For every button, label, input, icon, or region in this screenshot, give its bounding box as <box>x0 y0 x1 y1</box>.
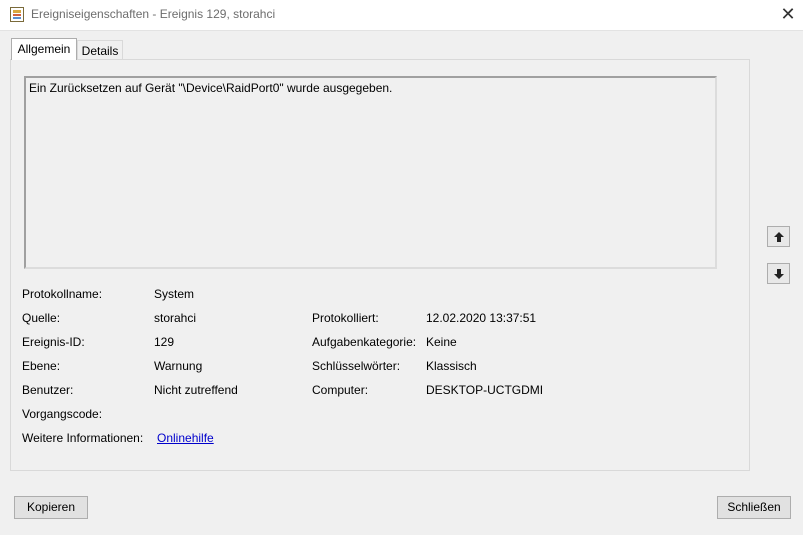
next-event-button[interactable] <box>767 263 790 284</box>
close-button[interactable]: Schließen <box>717 496 791 519</box>
tab-general[interactable]: Allgemein <box>11 38 77 60</box>
close-icon[interactable]: ✕ <box>773 0 803 29</box>
event-id-label: Ereignis-ID: <box>22 335 85 349</box>
copy-button[interactable]: Kopieren <box>14 496 88 519</box>
logged-label: Protokolliert: <box>312 311 379 325</box>
arrow-up-icon <box>773 231 784 242</box>
keywords-label: Schlüsselwörter: <box>312 359 401 373</box>
user-label: Benutzer: <box>22 383 74 397</box>
level-label: Ebene: <box>22 359 61 373</box>
window-title: Ereigniseigenschaften - Ereignis 129, st… <box>31 7 276 21</box>
more-info-label: Weitere Informationen: <box>22 431 144 445</box>
log-name-value: System <box>154 287 195 301</box>
source-value: storahci <box>154 311 197 325</box>
level-value: Warnung <box>154 359 203 373</box>
task-category-value: Keine <box>426 335 457 349</box>
event-log-icon <box>10 7 24 22</box>
task-category-label: Aufgabenkategorie: <box>312 335 417 349</box>
online-help-link[interactable]: Onlinehilfe <box>157 431 214 445</box>
logged-value: 12.02.2020 13:37:51 <box>426 311 537 325</box>
opcode-label: Vorgangscode: <box>22 407 103 421</box>
computer-label: Computer: <box>312 383 369 397</box>
user-value: Nicht zutreffend <box>154 383 238 397</box>
event-description[interactable]: Ein Zurücksetzen auf Gerät "\Device\Raid… <box>24 76 717 269</box>
title-bar: Ereigniseigenschaften - Ereignis 129, st… <box>0 0 803 31</box>
log-name-label: Protokollname: <box>22 287 103 301</box>
previous-event-button[interactable] <box>767 226 790 247</box>
computer-value: DESKTOP-UCTGDMI <box>426 383 544 397</box>
keywords-value: Klassisch <box>426 359 477 373</box>
source-label: Quelle: <box>22 311 61 325</box>
tab-details[interactable]: Details <box>77 40 123 60</box>
arrow-down-icon <box>773 268 784 279</box>
event-id-value: 129 <box>154 335 175 349</box>
